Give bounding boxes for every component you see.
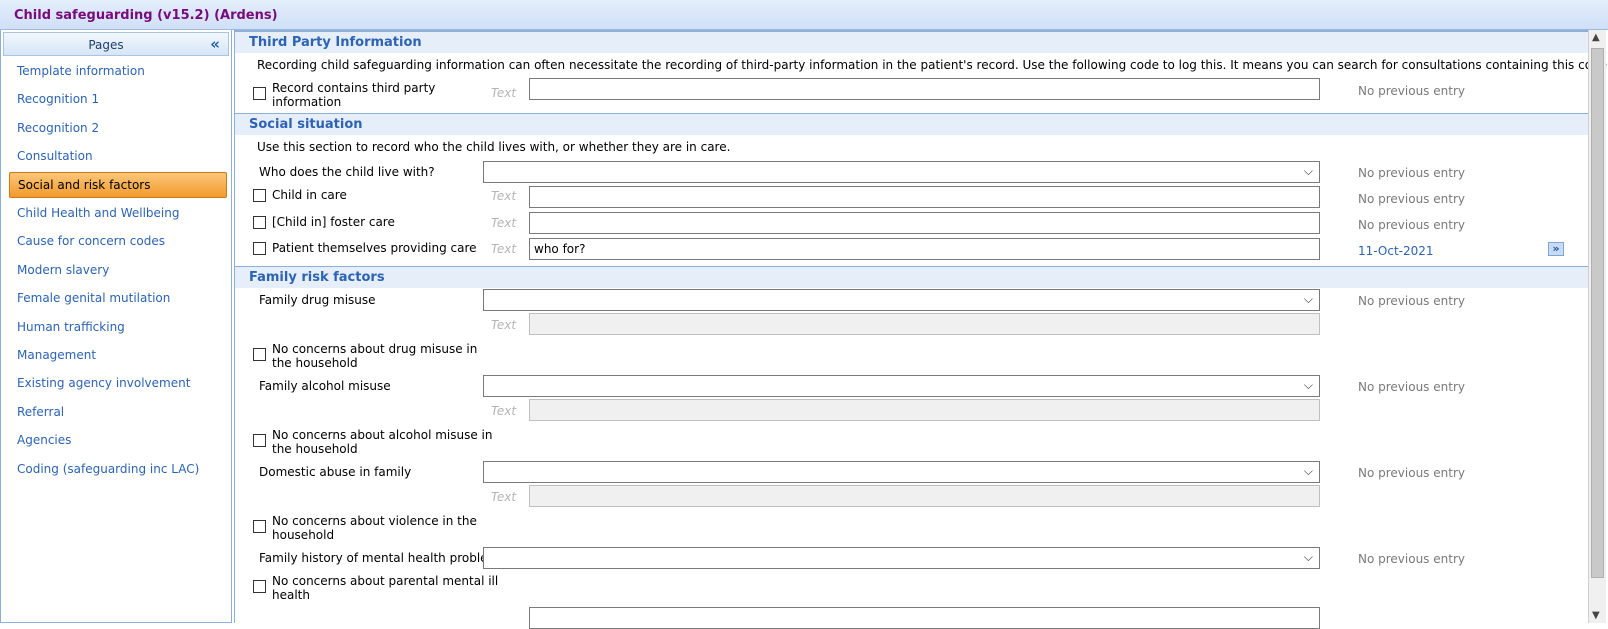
no-mental-health-concerns-checkbox[interactable] [253, 580, 266, 593]
title-bar: Child safeguarding (v15.2) (Ardens) [0, 0, 1608, 30]
chevron-down-icon: ⌵ [1303, 164, 1313, 178]
sidebar-item-recognition-2[interactable]: Recognition 2 [9, 115, 227, 141]
window-title: Child safeguarding (v15.2) (Ardens) [14, 8, 278, 23]
family-alcohol-label: Family alcohol misuse [259, 379, 391, 393]
scroll-down-icon[interactable]: ▼ [1592, 610, 1600, 621]
domestic-abuse-label: Domestic abuse in family [259, 465, 412, 479]
no-violence-concerns-label-line2: household [272, 528, 335, 542]
sidebar-item-consultation[interactable]: Consultation [9, 143, 227, 169]
sidebar-item-management[interactable]: Management [9, 342, 227, 368]
child-in-care-text-hint: Text [491, 189, 517, 203]
no-mental-health-concerns-label-line2: health [272, 588, 310, 602]
sidebar-item-agencies[interactable]: Agencies [9, 427, 227, 453]
record-third-party-text-input[interactable] [529, 78, 1320, 100]
pages-header-label: Pages [88, 38, 124, 52]
section-header-social: Social situation [235, 113, 1589, 135]
chevron-down-icon: ⌵ [1303, 292, 1313, 306]
foster-care-previous: No previous entry [1358, 218, 1465, 232]
foster-care-checkbox[interactable] [253, 216, 266, 229]
mental-health-previous: No previous entry [1358, 552, 1465, 566]
next-row-text-input[interactable] [529, 607, 1320, 629]
foster-care-text-input[interactable] [529, 212, 1320, 234]
family-alcohol-text-hint: Text [491, 404, 517, 418]
no-drug-concerns-label: No concerns about drug misuse in the hou… [272, 342, 477, 370]
social-description: Use this section to record who the child… [257, 140, 731, 154]
foster-care-label: [Child in] foster care [272, 215, 395, 229]
no-violence-concerns-checkbox[interactable] [253, 520, 266, 533]
record-third-party-label: Record contains third party information [272, 81, 435, 109]
sidebar-item-recognition-1[interactable]: Recognition 1 [9, 86, 227, 112]
section-header-third-party: Third Party Information [235, 31, 1589, 53]
sidebar-item-modern-slavery[interactable]: Modern slavery [9, 257, 227, 283]
providing-care-label: Patient themselves providing care [272, 241, 477, 255]
domestic-abuse-dropdown[interactable]: ⌵ [483, 461, 1320, 483]
record-third-party-label-line2: information [272, 95, 342, 109]
section-header-family: Family risk factors [235, 266, 1589, 288]
providing-care-checkbox[interactable] [253, 242, 266, 255]
family-drug-label: Family drug misuse [259, 293, 376, 307]
providing-care-previous-date: 11-Oct-2021 [1358, 244, 1434, 258]
child-in-care-label: Child in care [272, 188, 347, 202]
no-alcohol-concerns-label-line1: No concerns about alcohol misuse in [272, 428, 493, 442]
sidebar-item-existing-agency-involvement[interactable]: Existing agency involvement [9, 370, 227, 396]
sidebar-item-female-genital-mutilation[interactable]: Female genital mutilation [9, 285, 227, 311]
family-alcohol-previous: No previous entry [1358, 380, 1465, 394]
family-drug-dropdown[interactable]: ⌵ [483, 289, 1320, 311]
chevron-down-icon: ⌵ [1303, 464, 1313, 478]
sidebar-item-human-trafficking[interactable]: Human trafficking [9, 314, 227, 340]
foster-care-text-hint: Text [491, 216, 517, 230]
vertical-scrollbar[interactable]: ▲ ▼ [1588, 30, 1606, 623]
no-alcohol-concerns-checkbox[interactable] [253, 434, 266, 447]
chevron-down-icon: ⌵ [1303, 378, 1313, 392]
chevron-down-icon: ⌵ [1303, 550, 1313, 564]
child-in-care-checkbox[interactable] [253, 189, 266, 202]
sidebar-item-cause-for-concern-codes[interactable]: Cause for concern codes [9, 228, 227, 254]
collapse-sidebar-icon[interactable]: « [210, 35, 220, 53]
mental-health-dropdown[interactable]: ⌵ [483, 547, 1320, 569]
lives-with-dropdown[interactable]: ⌵ [483, 161, 1320, 183]
form-main: Third Party Information Recording child … [234, 30, 1608, 629]
sidebar-item-coding-safeguarding-inc-lac[interactable]: Coding (safeguarding inc LAC) [9, 456, 227, 482]
providing-care-text-hint: Text [491, 242, 517, 256]
no-violence-concerns-label: No concerns about violence in the househ… [272, 514, 477, 542]
sidebar-item-social-and-risk-factors[interactable]: Social and risk factors [9, 171, 227, 198]
child-in-care-text-input[interactable] [529, 186, 1320, 208]
no-alcohol-concerns-label-line2: the household [272, 442, 358, 456]
sidebar-item-referral[interactable]: Referral [9, 399, 227, 425]
family-alcohol-text-input[interactable] [529, 399, 1320, 421]
family-drug-text-hint: Text [491, 318, 517, 332]
family-drug-previous: No previous entry [1358, 294, 1465, 308]
no-alcohol-concerns-label: No concerns about alcohol misuse in the … [272, 428, 492, 456]
third-party-description: Recording child safeguarding information… [257, 58, 1608, 72]
domestic-abuse-text-input[interactable] [529, 485, 1320, 507]
no-mental-health-concerns-label: No concerns about parental mental ill he… [272, 574, 498, 602]
no-drug-concerns-checkbox[interactable] [253, 348, 266, 361]
lives-with-previous: No previous entry [1358, 166, 1465, 180]
child-in-care-previous: No previous entry [1358, 192, 1465, 206]
domestic-abuse-previous: No previous entry [1358, 466, 1465, 480]
pages-sidebar: Pages « Template information Recognition … [0, 30, 232, 623]
mental-health-label: Family history of mental health problems… [259, 551, 512, 565]
sidebar-item-child-health-and-wellbeing[interactable]: Child Health and Wellbeing [9, 200, 227, 226]
pages-header: Pages « [3, 32, 229, 56]
record-third-party-checkbox[interactable] [253, 87, 266, 100]
scrollbar-thumb[interactable] [1591, 48, 1604, 578]
family-alcohol-dropdown[interactable]: ⌵ [483, 375, 1320, 397]
record-third-party-label-line1: Record contains third party [272, 81, 436, 95]
no-mental-health-concerns-label-line1: No concerns about parental mental ill [272, 574, 499, 588]
lives-with-label: Who does the child live with? [259, 165, 435, 179]
sidebar-item-template-information[interactable]: Template information [9, 58, 227, 84]
no-drug-concerns-label-line2: the household [272, 356, 358, 370]
family-drug-text-input[interactable] [529, 313, 1320, 335]
domestic-abuse-text-hint: Text [491, 490, 517, 504]
record-third-party-previous: No previous entry [1358, 84, 1465, 98]
record-third-party-text-hint: Text [491, 86, 517, 100]
show-more-icon[interactable]: » [1548, 242, 1564, 256]
no-drug-concerns-label-line1: No concerns about drug misuse in [272, 342, 478, 356]
providing-care-text-input[interactable]: who for? [529, 238, 1320, 260]
scroll-up-icon[interactable]: ▲ [1592, 32, 1600, 43]
no-violence-concerns-label-line1: No concerns about violence in the [272, 514, 477, 528]
